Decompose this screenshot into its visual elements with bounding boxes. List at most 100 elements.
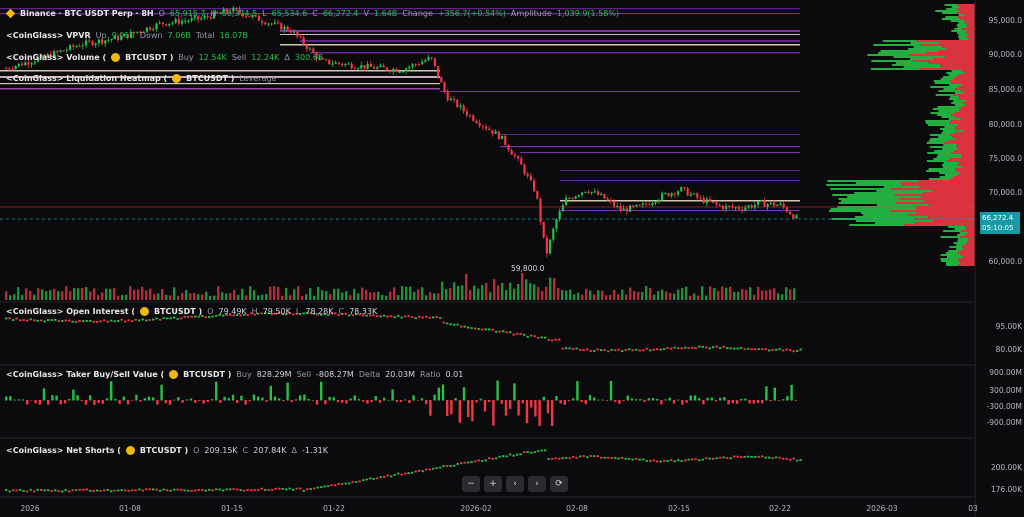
vpvr-bar-down (955, 138, 975, 140)
price-candle (785, 207, 788, 212)
taker-bar (278, 398, 281, 401)
net-shorts-mark (694, 458, 697, 461)
taker-bar (588, 395, 592, 401)
vpvr-bar-down (953, 94, 975, 96)
volume-bar (457, 286, 460, 300)
vpvr-bar-up (893, 56, 945, 58)
volume-bar (109, 288, 112, 300)
price-candle (200, 18, 203, 20)
vpvr-bar-up (946, 264, 959, 266)
scroll-left-button[interactable]: ‹ (506, 476, 524, 492)
open-interest-mark (540, 336, 543, 339)
taker-bar (34, 400, 37, 404)
net-shorts-mark (257, 489, 260, 491)
open-interest-mark (414, 317, 417, 319)
taker-bar (622, 400, 625, 401)
volume-bar (237, 294, 240, 300)
volume-bar (509, 282, 512, 300)
price-candle (513, 154, 516, 157)
taker-bar (752, 400, 755, 404)
scroll-right-button[interactable]: › (528, 476, 546, 492)
vpvr-bar-up (854, 216, 929, 218)
net-shorts-mark (799, 459, 802, 462)
bar-countdown: 05:10:05 (982, 224, 1014, 232)
net-shorts-mark (306, 488, 309, 491)
taker-title[interactable]: <CoinGlass> Taker Buy/Sell Value ( (6, 370, 164, 379)
net-shorts-mark (169, 489, 172, 492)
open-interest-title[interactable]: <CoinGlass> Open Interest ( (6, 307, 135, 316)
net-shorts-mark (768, 456, 771, 459)
open-interest-mark (159, 318, 162, 321)
taker-bar (593, 397, 596, 401)
net-shorts-mark (575, 457, 578, 459)
price-candle (465, 111, 468, 116)
vpvr-bar-down (964, 92, 975, 94)
net-shorts-mark (253, 489, 256, 491)
net-shorts-mark (40, 489, 43, 491)
net-shorts-mark (526, 451, 529, 453)
vpvr-bar-up (951, 30, 967, 32)
price-candle (721, 205, 724, 210)
price-candle (699, 197, 702, 199)
reset-chart-button[interactable]: ⟳ (550, 476, 568, 492)
open-interest-mark (22, 319, 25, 321)
vpvr-bar-down (942, 46, 975, 48)
taker-bar (601, 399, 604, 401)
price-candle (680, 187, 683, 192)
net-shorts-mark (285, 488, 288, 491)
taker-bar (597, 399, 600, 401)
vpvr-bar-down (955, 132, 975, 134)
volume-bar (365, 289, 368, 300)
open-interest-mark (502, 330, 505, 333)
vpvr-bar-up (934, 150, 955, 152)
taker-bar (446, 400, 449, 416)
price-candle (744, 207, 747, 211)
open-interest-mark (719, 347, 722, 349)
zoom-in-button[interactable]: + (484, 476, 502, 492)
open-interest-mark (652, 348, 655, 351)
taker-bar (643, 400, 646, 402)
vpvr-bar-down (961, 230, 975, 232)
open-interest-mark (176, 318, 179, 320)
volume-title[interactable]: <CoinGlass> Volume ( (6, 53, 106, 62)
net-shorts-mark (267, 489, 270, 491)
vpvr-bar-up (938, 90, 962, 92)
vpvr-bar-up (944, 4, 958, 6)
vpvr-bar-down (958, 264, 975, 266)
zoom-out-button[interactable]: − (462, 476, 480, 492)
net-shorts-mark (428, 468, 431, 471)
price-candle (597, 191, 600, 195)
vpvr-bar-down (954, 116, 975, 118)
volume-bar (573, 294, 576, 300)
symbol-title[interactable]: Binance · BTC USDT Perp · 8H (20, 9, 154, 18)
price-candle (398, 71, 401, 73)
vpvr-bar-down (964, 72, 975, 74)
net-shorts-title[interactable]: <CoinGlass> Net Shorts ( (6, 446, 121, 455)
time-axis-label: 01-08 (119, 504, 141, 513)
price-candle (523, 164, 526, 174)
taker-bar (698, 398, 701, 401)
price-candle (702, 197, 705, 204)
vpvr-title[interactable]: <CoinGlass> VPVR (6, 31, 91, 40)
price-candle (757, 201, 760, 205)
volume-bar (773, 288, 776, 300)
heatmap-band (560, 180, 800, 181)
vpvr-bar-down (954, 112, 975, 114)
taker-bar (496, 380, 499, 401)
volume-bar (453, 282, 456, 300)
open-interest-mark (778, 348, 781, 351)
open-interest-mark (404, 315, 407, 318)
net-shorts-mark (628, 458, 631, 460)
vpvr-bar-down (952, 136, 975, 138)
price-candle (552, 228, 555, 240)
price-candle (613, 201, 616, 207)
price-candle (27, 62, 30, 65)
volume-bar (461, 285, 464, 300)
open-interest-mark (197, 315, 200, 318)
price-candle (267, 23, 270, 25)
net-shorts-mark (418, 469, 421, 472)
heatmap-title[interactable]: <CoinGlass> Liquidation Heatmap ( (6, 74, 167, 83)
vpvr-bar-down (966, 30, 975, 32)
vpvr-bar-down (954, 128, 975, 130)
vpvr-bar-down (961, 156, 975, 158)
